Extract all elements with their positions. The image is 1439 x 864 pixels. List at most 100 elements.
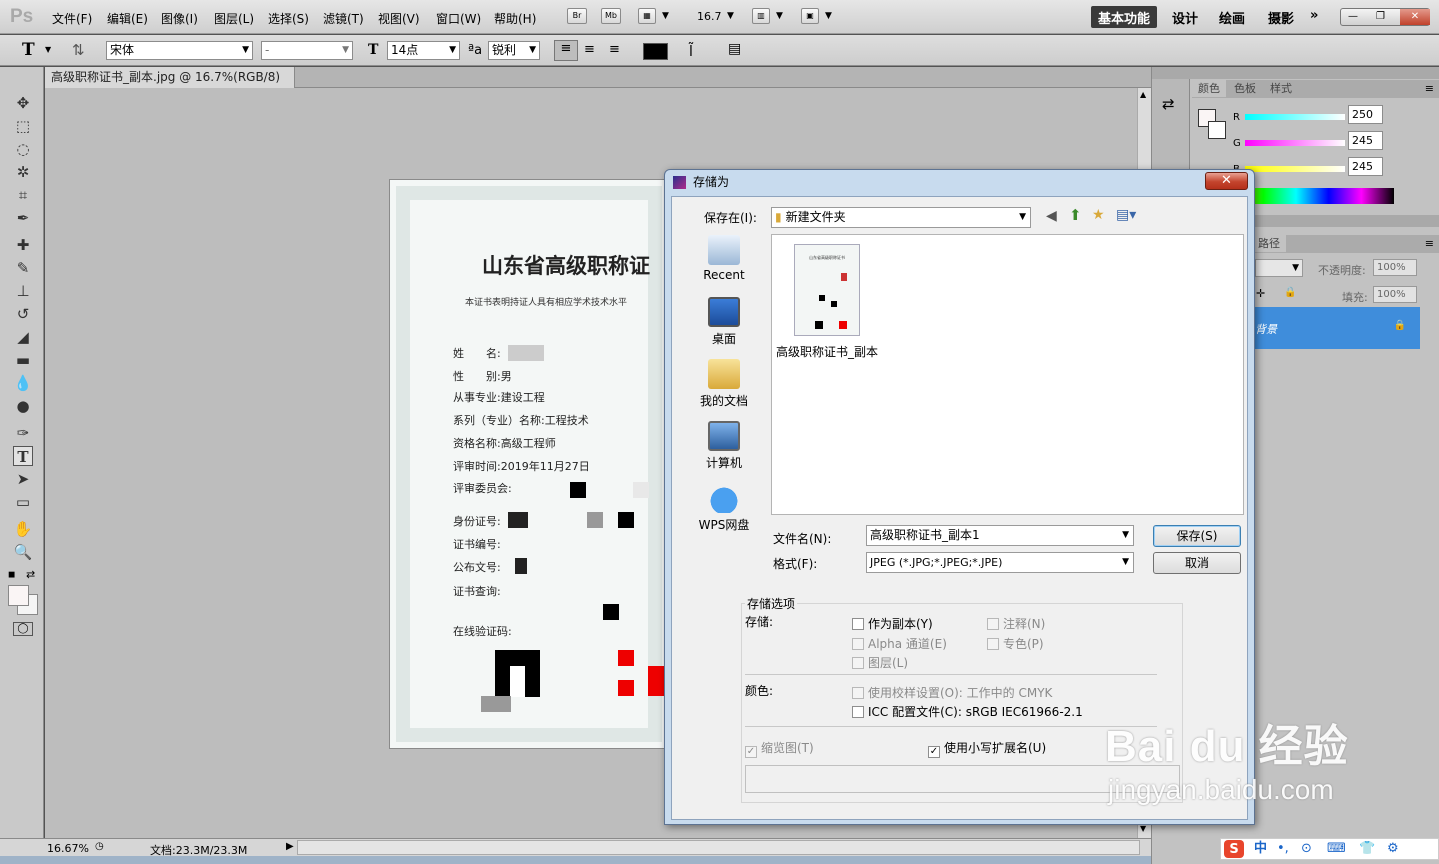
save-button[interactable]: 保存(S): [1153, 525, 1241, 547]
format-select[interactable]: JPEG (*.JPG;*.JPEG;*.JPE) ▼: [866, 552, 1134, 573]
lock-position-icon[interactable]: ✛: [1256, 287, 1265, 300]
restore-icon[interactable]: ❐: [1376, 11, 1385, 22]
ime-language[interactable]: 中: [1254, 839, 1267, 859]
save-in-select[interactable]: ▮ 新建文件夹 ▼: [771, 207, 1031, 228]
quick-mask-icon[interactable]: ◯: [13, 622, 33, 636]
place-computer[interactable]: 计算机: [691, 421, 757, 471]
workspace-painting[interactable]: 绘画: [1219, 8, 1245, 27]
menu-file[interactable]: 文件(F): [52, 10, 92, 27]
dialog-title-bar[interactable]: 存储为: [665, 170, 1254, 196]
icc-profile-checkbox[interactable]: ICC 配置文件(C): sRGB IEC61966-2.1: [852, 703, 1083, 720]
b-value-input[interactable]: 245: [1348, 157, 1383, 176]
dodge-tool-icon[interactable]: ●: [13, 396, 33, 416]
bridge-button[interactable]: Br: [567, 8, 587, 24]
thumbnail-checkbox[interactable]: ✓ 缩览图(T): [745, 739, 814, 758]
menu-edit[interactable]: 编辑(E): [107, 10, 148, 27]
tab-swatches[interactable]: 色板: [1228, 80, 1262, 97]
arrange-documents-icon[interactable]: ▥: [752, 8, 770, 24]
extras-icon[interactable]: ▦: [638, 8, 656, 24]
ime-skin-icon[interactable]: 👕: [1359, 839, 1375, 859]
marquee-tool-icon[interactable]: ⬚: [13, 116, 33, 136]
swap-colors-icon[interactable]: ⇄: [26, 568, 35, 581]
workspace-photography[interactable]: 摄影: [1268, 8, 1294, 27]
g-value-input[interactable]: 245: [1348, 131, 1383, 150]
r-value-input[interactable]: 250: [1348, 105, 1383, 124]
zoom-tool-icon[interactable]: 🔍: [13, 542, 33, 562]
workspace-design[interactable]: 设计: [1172, 8, 1198, 27]
foreground-color-swatch[interactable]: [8, 585, 29, 606]
type-tool-icon[interactable]: T: [13, 446, 33, 466]
screen-mode-icon[interactable]: ▣: [801, 8, 819, 24]
menu-layer[interactable]: 图层(L): [214, 10, 254, 27]
chevron-down-icon[interactable]: ▼: [45, 45, 51, 54]
sogou-logo[interactable]: S: [1224, 840, 1244, 858]
place-desktop[interactable]: 桌面: [691, 297, 757, 347]
menu-select[interactable]: 选择(S): [268, 10, 309, 27]
align-left-icon[interactable]: ≡: [554, 40, 578, 61]
tab-styles[interactable]: 样式: [1264, 80, 1298, 97]
brush-tool-icon[interactable]: ✎: [13, 258, 33, 278]
lock-all-icon[interactable]: 🔒: [1284, 287, 1296, 298]
eyedropper-tool-icon[interactable]: ✒: [13, 208, 33, 228]
zoom-level[interactable]: 16.7: [697, 10, 722, 23]
ime-settings-icon[interactable]: ⚙: [1387, 839, 1399, 859]
proof-setup-checkbox[interactable]: 使用校样设置(O): 工作中的 CMYK: [852, 684, 1052, 701]
menu-help[interactable]: 帮助(H): [494, 10, 536, 27]
tab-paths[interactable]: 路径: [1252, 235, 1286, 252]
ime-voice-icon[interactable]: ⊙: [1301, 839, 1312, 859]
mini-bridge-button[interactable]: Mb: [601, 8, 621, 24]
up-folder-icon[interactable]: ⬆: [1069, 206, 1082, 224]
default-colors-icon[interactable]: ◼: [8, 570, 15, 580]
lowercase-extension-checkbox[interactable]: ✓ 使用小写扩展名(U): [928, 739, 1046, 758]
file-list[interactable]: 山东省高级职称证书 高级职称证书_副本: [771, 234, 1244, 515]
font-size-select[interactable]: 14点 ▼: [387, 41, 460, 60]
ime-keyboard-icon[interactable]: ⌨: [1327, 839, 1346, 859]
background-color-swatch[interactable]: [1208, 121, 1226, 139]
clone-stamp-icon[interactable]: ⊥: [13, 281, 33, 301]
shape-tool-icon[interactable]: ▭: [13, 492, 33, 512]
r-slider[interactable]: [1245, 114, 1345, 120]
magic-wand-icon[interactable]: ✲: [13, 162, 33, 182]
spot-colors-checkbox[interactable]: 专色(P): [987, 635, 1044, 652]
history-brush-icon[interactable]: ↺: [13, 304, 33, 324]
zoom-readout[interactable]: 16.67%: [47, 842, 89, 855]
blur-tool-icon[interactable]: 💧: [13, 373, 33, 393]
font-family-select[interactable]: 宋体 ▼: [106, 41, 253, 60]
tab-color[interactable]: 颜色: [1192, 80, 1226, 97]
path-selection-icon[interactable]: ➤: [13, 469, 33, 489]
cancel-button[interactable]: 取消: [1153, 552, 1241, 574]
scroll-down-icon[interactable]: ▼: [1140, 824, 1146, 833]
menu-filter[interactable]: 滤镜(T): [323, 10, 364, 27]
type-tool-icon[interactable]: T: [22, 40, 35, 60]
warp-text-icon[interactable]: ꞁ̃: [689, 41, 693, 57]
character-panel-icon[interactable]: ▤: [728, 41, 741, 57]
file-item[interactable]: 山东省高级职称证书 高级职称证书_副本: [776, 241, 886, 361]
more-workspaces-icon[interactable]: »: [1310, 8, 1318, 23]
align-center-icon[interactable]: ≡: [584, 42, 595, 57]
anti-alias-select[interactable]: 锐利 ▼: [488, 41, 540, 60]
crop-tool-icon[interactable]: ⌗: [13, 185, 33, 205]
eraser-tool-icon[interactable]: ◢: [13, 327, 33, 347]
ime-punctuation-icon[interactable]: •,: [1277, 839, 1289, 859]
alpha-channels-checkbox[interactable]: Alpha 通道(E): [852, 635, 947, 652]
view-menu-icon[interactable]: ▤▾: [1116, 207, 1136, 223]
menu-window[interactable]: 窗口(W): [436, 10, 481, 27]
hand-tool-icon[interactable]: ✋: [13, 519, 33, 539]
layers-checkbox[interactable]: 图层(L): [852, 654, 908, 671]
new-folder-icon[interactable]: ★: [1092, 207, 1105, 223]
dialog-close-button[interactable]: ✕: [1205, 172, 1248, 190]
pen-tool-icon[interactable]: ✑: [13, 423, 33, 443]
align-right-icon[interactable]: ≡: [609, 42, 620, 57]
blend-mode-select[interactable]: ▼: [1255, 259, 1303, 277]
fill-input[interactable]: 100%: [1373, 286, 1417, 303]
text-color-swatch[interactable]: [643, 43, 668, 60]
filename-input[interactable]: 高级职称证书_副本1 ▼: [866, 525, 1134, 546]
panel-menu-icon[interactable]: ≡: [1425, 237, 1434, 250]
chevron-down-icon[interactable]: ▼: [776, 11, 783, 21]
chevron-down-icon[interactable]: ▼: [825, 11, 832, 21]
move-tool-icon[interactable]: ✥: [13, 93, 33, 113]
toggle-orientation-icon[interactable]: ⇅: [72, 41, 85, 59]
b-slider[interactable]: [1245, 166, 1345, 172]
as-copy-checkbox[interactable]: 作为副本(Y): [852, 615, 933, 632]
g-slider[interactable]: [1245, 140, 1345, 146]
